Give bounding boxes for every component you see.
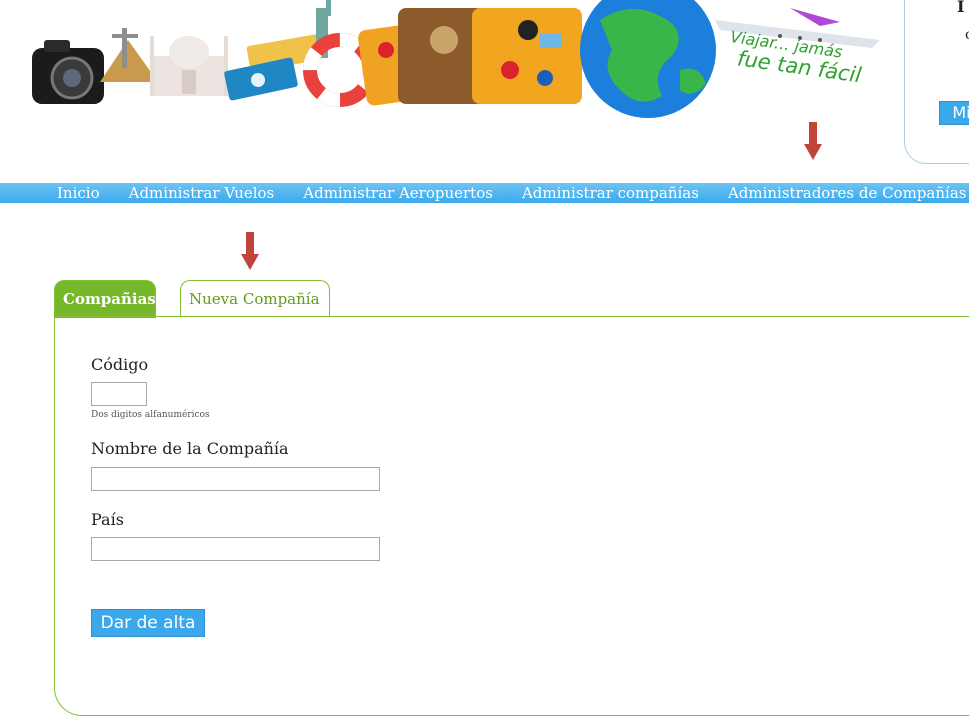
country-input[interactable] bbox=[91, 537, 380, 561]
dar-de-alta-button[interactable]: Dar de alta bbox=[91, 609, 205, 637]
menu-item-administradores-de-companias[interactable]: Administradores de Compañías bbox=[728, 184, 967, 202]
travel-collage-image bbox=[32, 0, 880, 118]
arrow-down-icon bbox=[241, 232, 259, 270]
code-label: Código bbox=[91, 355, 149, 374]
user-account-button[interactable]: Mi bbox=[939, 101, 969, 125]
user-panel-text: I bbox=[957, 0, 965, 16]
tab-nueva-compania[interactable]: Nueva Compañía bbox=[180, 280, 330, 316]
code-input[interactable] bbox=[91, 382, 147, 406]
menu-item-administrar-aeropuertos[interactable]: Administrar Aeropuertos bbox=[303, 184, 493, 202]
menu-item-administrar-companias[interactable]: Administrar compañías bbox=[522, 184, 699, 202]
country-label: País bbox=[91, 510, 124, 529]
camera-icon bbox=[32, 40, 104, 104]
company-name-input[interactable] bbox=[91, 467, 380, 491]
main-menu: Inicio Administrar Vuelos Administrar Ae… bbox=[0, 183, 969, 203]
tab-companias[interactable]: Compañias bbox=[54, 280, 156, 318]
user-panel-subtext: c bbox=[965, 27, 969, 43]
suitcase-icon bbox=[358, 8, 582, 106]
menu-item-administrar-vuelos[interactable]: Administrar Vuelos bbox=[129, 184, 275, 202]
landmark-statue-icon bbox=[100, 28, 158, 82]
taj-mahal-icon bbox=[150, 36, 228, 96]
menu-item-inicio[interactable]: Inicio bbox=[57, 184, 100, 202]
company-name-label: Nombre de la Compañía bbox=[91, 439, 289, 458]
header-banner: Viajar... jamás fue tan fácil I c bbox=[0, 0, 969, 182]
arrow-down-icon bbox=[804, 122, 822, 160]
code-hint: Dos digitos alfanuméricos bbox=[91, 410, 210, 420]
globe-icon bbox=[580, 0, 716, 118]
user-panel: I c bbox=[904, 0, 969, 164]
form-panel bbox=[54, 316, 969, 716]
